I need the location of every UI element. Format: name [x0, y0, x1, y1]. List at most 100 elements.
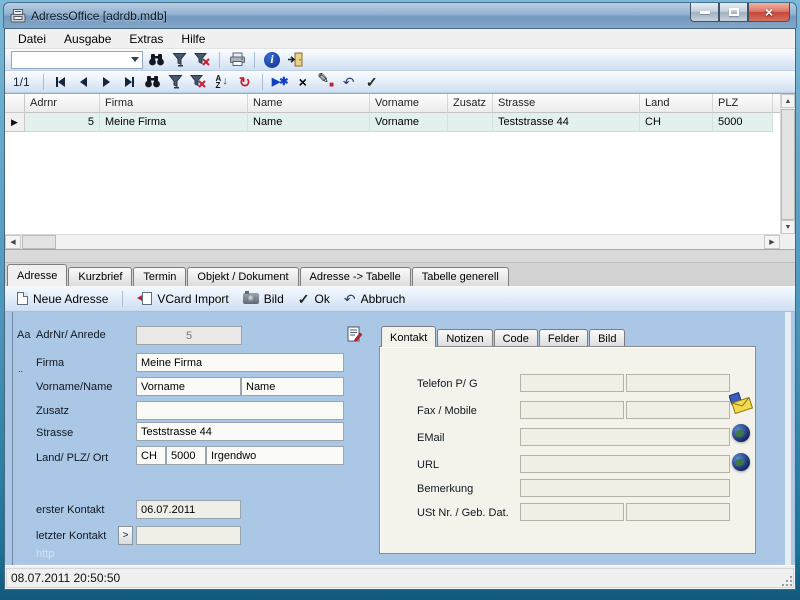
title-bar[interactable]: AdressOffice [adrdb.mdb] × [3, 2, 797, 28]
name-field[interactable] [241, 377, 344, 396]
find-button[interactable] [146, 50, 166, 69]
bild-button[interactable]: Bild [239, 290, 288, 308]
col-strasse[interactable]: Strasse [493, 94, 640, 113]
previous-record-button[interactable] [74, 72, 94, 91]
col-firma[interactable]: Firma [100, 94, 248, 113]
telefon-p-field[interactable] [520, 374, 624, 392]
close-button[interactable]: × [748, 3, 790, 22]
filter-remove-button[interactable] [192, 50, 212, 69]
bild-label: Bild [264, 292, 284, 306]
col-zusatz[interactable]: Zusatz [448, 94, 493, 113]
filter-remove-button[interactable] [189, 72, 209, 91]
scroll-up-icon[interactable]: ▲ [781, 94, 795, 108]
grid-vertical-scrollbar[interactable]: ▲ ▼ [780, 94, 795, 234]
new-address-button[interactable]: Neue Adresse [13, 290, 112, 308]
undo-icon: ↶ [343, 75, 355, 89]
menu-datei[interactable]: Datei [9, 30, 55, 48]
send-email-icon[interactable] [729, 392, 755, 414]
filter-button[interactable] [169, 50, 189, 69]
ok-button[interactable]: ✓ Ok [294, 290, 334, 308]
resize-grip[interactable] [781, 575, 793, 587]
cell-adrnr: 5 [25, 113, 100, 132]
exit-button[interactable] [285, 50, 305, 69]
tab-termin[interactable]: Termin [133, 267, 186, 286]
bemerkung-field[interactable] [520, 479, 730, 497]
tab-kurzbrief[interactable]: Kurzbrief [68, 267, 132, 286]
email-field[interactable] [520, 428, 730, 446]
edit-record-button[interactable]: ✎■ [316, 72, 336, 91]
scroll-right-icon[interactable]: ▶ [764, 235, 780, 249]
vcard-import-button[interactable]: VCard Import [133, 290, 232, 308]
tab-felder[interactable]: Felder [539, 329, 588, 347]
globe-icon[interactable] [732, 453, 750, 471]
erster-kontakt-field[interactable] [136, 500, 241, 519]
next-record-button[interactable] [97, 72, 117, 91]
tab-adresse[interactable]: Adresse [7, 264, 67, 286]
plz-field[interactable] [166, 446, 206, 465]
confirm-button[interactable]: ✓ [362, 72, 382, 91]
scroll-left-icon[interactable]: ◀ [5, 235, 21, 249]
col-name[interactable]: Name [248, 94, 370, 113]
tab-adresse-tabelle[interactable]: Adresse -> Tabelle [300, 267, 411, 286]
search-combobox[interactable] [11, 51, 143, 69]
maximize-button[interactable] [719, 3, 748, 22]
find-button[interactable] [143, 72, 163, 91]
delete-record-button[interactable]: × [293, 72, 313, 91]
col-vorname[interactable]: Vorname [370, 94, 448, 113]
splitter[interactable] [5, 249, 795, 263]
mobile-field[interactable] [626, 401, 730, 419]
zusatz-field[interactable] [136, 401, 344, 420]
sort-az-button[interactable]: AZ↓ [212, 72, 232, 91]
col-adrnr[interactable]: Adrnr [25, 94, 100, 113]
refresh-button[interactable]: ↻ [235, 72, 255, 91]
info-button[interactable]: i [262, 50, 282, 69]
table-row[interactable]: ▶ 5 Meine Firma Name Vorname Teststrasse… [5, 113, 780, 132]
vorname-field[interactable] [136, 377, 241, 396]
grid-selector-header [5, 94, 25, 113]
letzter-kontakt-field[interactable] [136, 526, 241, 545]
tab-objekt-dokument[interactable]: Objekt / Dokument [187, 267, 298, 286]
ort-field[interactable] [206, 446, 344, 465]
menu-hilfe[interactable]: Hilfe [172, 30, 214, 48]
form-toolbar: Neue Adresse VCard Import Bild ✓ Ok ↶ Ab… [5, 286, 795, 312]
telefon-g-field[interactable] [626, 374, 730, 392]
adrnr-field[interactable] [136, 326, 242, 345]
last-record-icon [125, 77, 132, 87]
last-record-button[interactable] [120, 72, 140, 91]
col-plz[interactable]: PLZ [713, 94, 773, 113]
tab-tabelle-generell[interactable]: Tabelle generell [412, 267, 509, 286]
filter-button[interactable] [166, 72, 186, 91]
contact-panel: Telefon P/ G Fax / Mobile EMail URL Beme… [379, 346, 756, 554]
horizontal-scroll-thumb[interactable] [22, 235, 56, 249]
globe-icon[interactable] [732, 424, 750, 442]
edit-document-icon[interactable] [346, 326, 363, 343]
minimize-button[interactable] [690, 3, 719, 22]
client-area: Datei Ausgabe Extras Hilfe [4, 28, 796, 590]
geb-dat-field[interactable] [626, 503, 730, 521]
strasse-field[interactable] [136, 422, 344, 441]
cell-zusatz [448, 113, 493, 132]
chevron-down-icon[interactable] [127, 52, 142, 68]
grid-horizontal-scrollbar[interactable]: ◀ ▶ [5, 234, 780, 249]
tab-code[interactable]: Code [494, 329, 538, 347]
undo-button[interactable]: ↶ [339, 72, 359, 91]
tab-kontakt[interactable]: Kontakt [381, 326, 436, 347]
abbruch-button[interactable]: ↶ Abbruch [340, 290, 409, 308]
col-land[interactable]: Land [640, 94, 713, 113]
scroll-down-icon[interactable]: ▼ [781, 220, 795, 234]
tab-notizen[interactable]: Notizen [437, 329, 492, 347]
url-field[interactable] [520, 455, 730, 473]
ust-nr-field[interactable] [520, 503, 624, 521]
grid-header-filler [773, 94, 780, 113]
vertical-scroll-thumb[interactable] [781, 109, 795, 220]
print-button[interactable] [227, 50, 247, 69]
letzter-kontakt-expand-button[interactable]: > [118, 526, 133, 545]
land-field[interactable] [136, 446, 166, 465]
menu-extras[interactable]: Extras [120, 30, 172, 48]
new-record-button[interactable]: ▶✱ [270, 72, 290, 91]
tab-bild[interactable]: Bild [589, 329, 625, 347]
first-record-button[interactable] [51, 72, 71, 91]
menu-ausgabe[interactable]: Ausgabe [55, 30, 120, 48]
firma-field[interactable] [136, 353, 344, 372]
fax-field[interactable] [520, 401, 624, 419]
